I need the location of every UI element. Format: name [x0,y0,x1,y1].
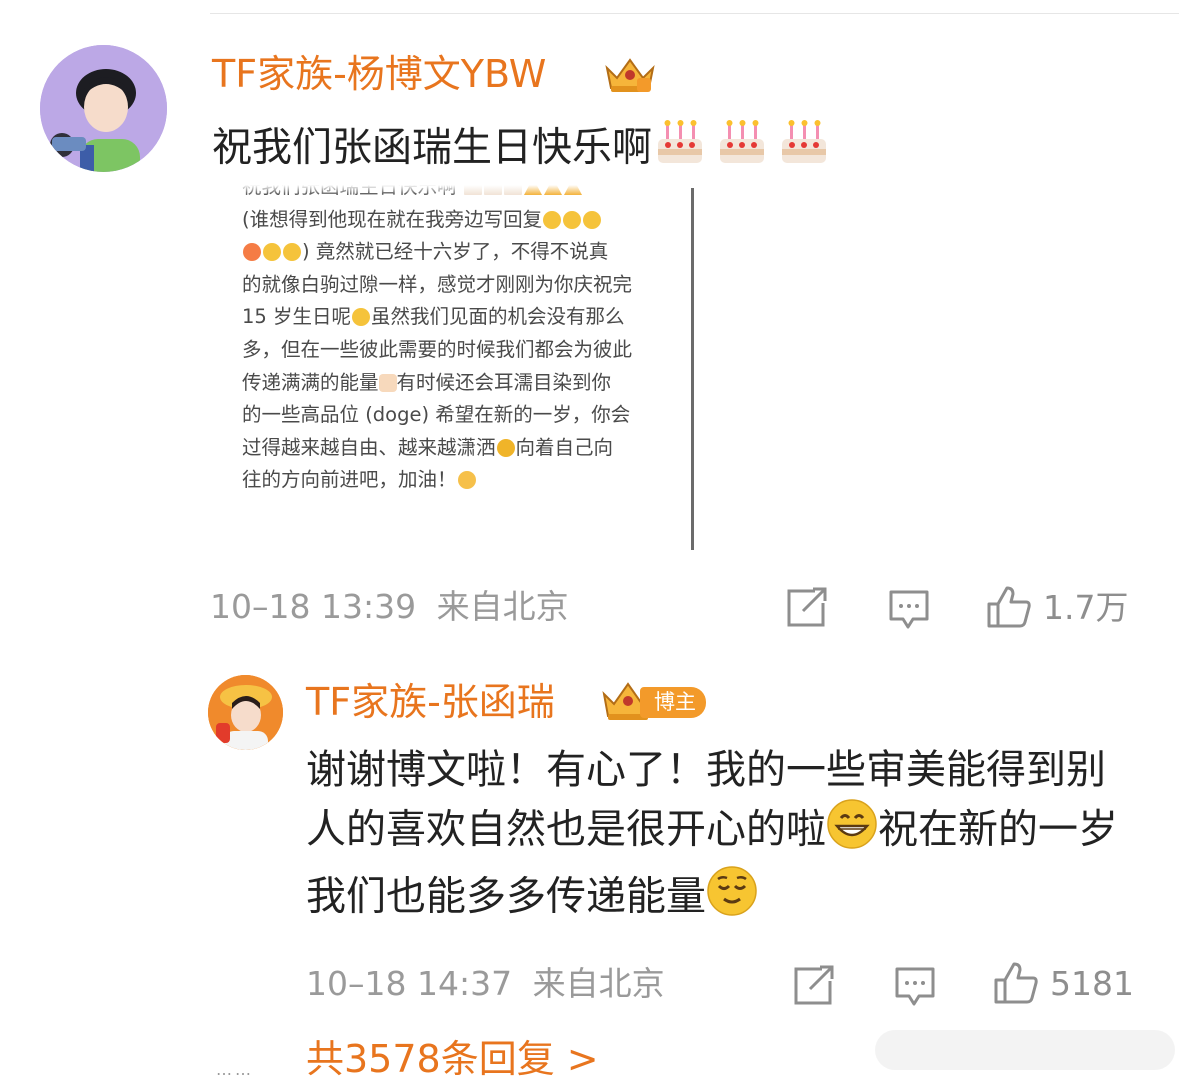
like-count: 1.7万 [1043,587,1129,627]
comment-button[interactable] [894,966,936,1008]
share-icon [794,965,834,1005]
replies-dots: …… [216,1060,254,1079]
quoted-line: ) 竟然就已经十六岁了，不得不说真 [242,236,672,269]
grinning-emoji [826,798,878,865]
share-button[interactable] [785,587,829,629]
thumbs-up-icon [987,586,1031,628]
quoted-line: 传递满满的能量 有时候还会耳濡目染到你 [242,370,612,394]
comment-icon [889,590,929,629]
quoted-line: 的一些高品位 (doge) 希望在新的一岁，你会 [242,403,631,427]
quoted-line: 过得越来越自由、越来越潇洒 向着自己向 [242,435,614,459]
blogger-badge: 博主 [640,687,706,718]
comment-text: 祝我们张函瑞生日快乐啊 [212,117,832,182]
replier-username[interactable]: TF家族-张函瑞 [306,683,555,721]
commenter-username[interactable]: TF家族-杨博文YBW [212,55,546,93]
birthday-cake-emoji [652,117,708,182]
like-button[interactable]: 5181 [992,960,1134,1006]
comment-location: 来自北京 [436,587,569,626]
top-divider [210,13,1179,14]
reply-meta: 10–18 14:37 来自北京 [306,967,665,1000]
quoted-line: 的就像白驹过隙一样，感觉才刚刚为你庆祝完 [242,272,633,296]
crown-badge-icon [605,58,655,92]
comment-time: 10–18 13:39 [210,587,417,626]
avatar-commenter[interactable] [40,45,167,172]
quote-crop-fade [242,185,672,195]
comment-icon [895,967,935,1006]
view-all-replies-link[interactable]: 共3578条回复 > [306,1040,599,1078]
like-button[interactable]: 1.7万 [985,584,1128,630]
share-button[interactable] [792,965,836,1007]
thumbs-up-icon [994,962,1038,1004]
comment-meta: 10–18 13:39 来自北京 [210,590,569,623]
like-count: 5181 [1050,963,1134,1003]
quoted-line: (谁想得到他现在就在我旁边写回复 [242,204,672,237]
quoted-line: 多，但在一些彼此需要的时候我们都会为彼此 [242,337,633,361]
reply-time: 10–18 14:37 [306,964,513,1003]
watermark [875,1030,1175,1070]
comment-text-content: 祝我们张函瑞生日快乐啊 [212,124,652,171]
quoted-post-image[interactable]: 祝我们张函瑞生日快乐啊 (谁想得到他现在就在我旁边写回复 ) 竟然就已经十六岁了… [242,185,672,550]
birthday-cake-emoji [714,117,770,182]
quote-scroll-bar [691,188,694,550]
reply-text: 谢谢博文啦！有心了！我的一些审美能得到别人的喜欢自然也是很开心的啦 祝在新的一岁我… [306,742,1136,932]
quoted-line: 往的方向前进吧，加油！ [242,464,672,497]
birthday-cake-emoji [776,117,832,182]
quoted-line: 15 岁生日呢 虽然我们见面的机会没有那么 [242,305,625,329]
comment-button[interactable] [888,589,930,631]
reply-location: 来自北京 [532,964,665,1003]
share-icon [787,587,827,627]
relieved-emoji [706,865,758,932]
avatar-replier[interactable] [208,675,283,750]
